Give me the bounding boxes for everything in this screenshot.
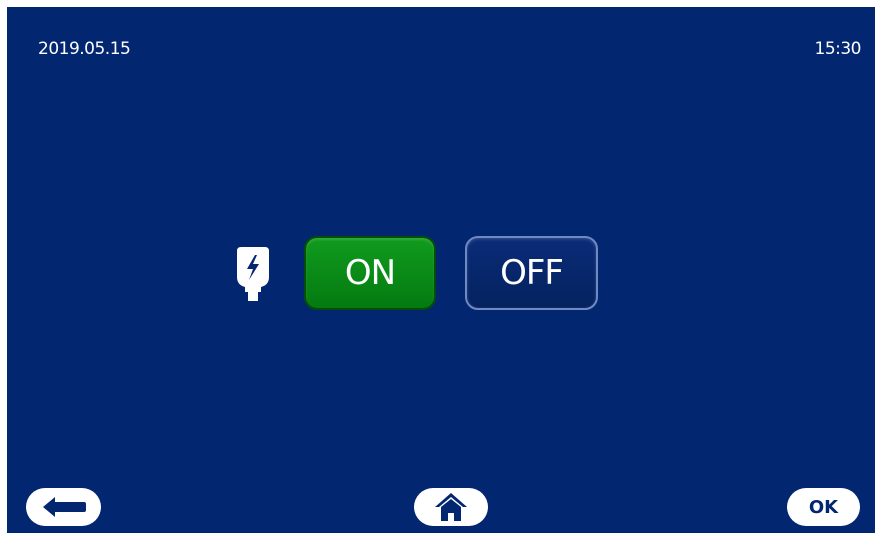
back-button[interactable] <box>26 488 101 526</box>
arrow-left-icon <box>42 497 86 517</box>
on-button[interactable]: ON <box>304 236 436 310</box>
charger-plug-icon <box>237 247 269 301</box>
screen: 2019.05.15 15:30 ON OFF OK <box>7 7 875 533</box>
ok-button[interactable]: OK <box>787 488 860 526</box>
date-display: 2019.05.15 <box>38 39 131 59</box>
home-button[interactable] <box>414 488 488 526</box>
time-display: 15:30 <box>814 39 862 59</box>
ok-label: OK <box>808 496 839 518</box>
home-icon <box>435 493 467 521</box>
off-button[interactable]: OFF <box>465 236 598 310</box>
